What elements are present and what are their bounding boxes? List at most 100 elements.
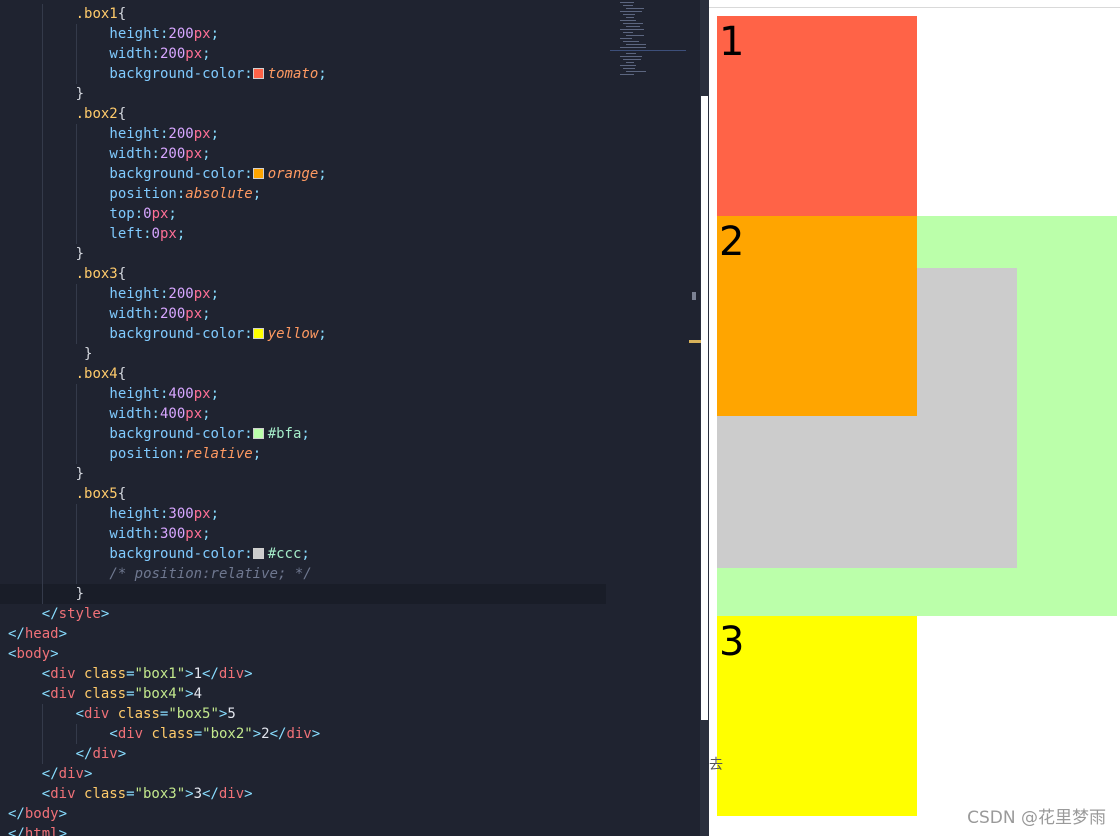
code-line[interactable]: .box5{ (0, 484, 606, 504)
code-line[interactable]: background-color: #bfa; (0, 424, 606, 444)
minimap-line (626, 26, 640, 27)
code-line[interactable]: <div class="box2">2</div> (0, 724, 606, 744)
code-line[interactable]: position:absolute; (0, 184, 606, 204)
minimap-line (620, 38, 632, 39)
code-token: : (151, 146, 160, 162)
code-token: ; (252, 186, 262, 202)
color-swatch[interactable] (252, 168, 264, 179)
code-line[interactable]: .box2{ (0, 104, 606, 124)
code-token: class (75, 686, 127, 702)
code-line[interactable]: position:relative; (0, 444, 606, 464)
code-token: ; (168, 206, 177, 222)
code-line[interactable]: /* position:relative; */ (0, 564, 606, 584)
code-token: width (109, 406, 152, 422)
minimap-viewport[interactable] (610, 50, 686, 51)
editor-scrollbar-thumb[interactable] (701, 96, 708, 720)
code-line[interactable]: } (0, 244, 606, 264)
color-swatch[interactable] (252, 428, 264, 439)
code-line[interactable]: background-color: yellow; (0, 324, 606, 344)
code-line[interactable]: .box4{ (0, 364, 606, 384)
code-token: ; (202, 406, 211, 422)
code-token: height (109, 26, 160, 42)
code-line[interactable]: <div class="box1">1</div> (0, 664, 606, 684)
code-token: = (126, 666, 135, 682)
minimap-line (623, 41, 639, 42)
code-line[interactable]: width:200px; (0, 144, 606, 164)
code-token: </ (8, 806, 25, 822)
color-swatch[interactable] (252, 328, 264, 339)
code-line[interactable]: background-color: orange; (0, 164, 606, 184)
code-line[interactable]: height:200px; (0, 284, 606, 304)
code-token: </ (41, 766, 59, 782)
code-line[interactable]: height:200px; (0, 124, 606, 144)
indent-guide (41, 504, 43, 524)
code-token: ; (210, 506, 219, 522)
indent-guide (75, 164, 77, 184)
code-token: ; (202, 46, 211, 62)
code-token: html (24, 826, 59, 836)
code-token: class (75, 786, 127, 802)
code-token: div (218, 786, 245, 802)
code-line[interactable]: background-color: #ccc; (0, 544, 606, 564)
indent-guide (41, 464, 43, 484)
code-token: div (117, 726, 144, 742)
code-line[interactable]: top:0px; (0, 204, 606, 224)
code-line[interactable]: left:0px; (0, 224, 606, 244)
code-editor[interactable]: .box1{height:200px; width:200px; backgroun… (0, 0, 700, 836)
code-area[interactable]: .box1{height:200px; width:200px; backgroun… (0, 4, 606, 836)
minimap[interactable] (610, 0, 688, 80)
code-token: { (117, 6, 127, 22)
code-token: 3 (193, 786, 202, 802)
code-line[interactable]: } (0, 584, 606, 604)
code-token: { (117, 106, 127, 122)
code-token: 1 (193, 666, 202, 682)
code-line[interactable]: width:400px; (0, 404, 606, 424)
code-line[interactable]: background-color: tomato; (0, 64, 606, 84)
code-line[interactable]: width:300px; (0, 524, 606, 544)
code-token: .box3 (75, 266, 118, 282)
code-line[interactable]: <div class="box5">5 (0, 704, 606, 724)
code-line[interactable]: } (0, 464, 606, 484)
code-token: class (109, 706, 160, 722)
code-line[interactable]: <div class="box3">3</div> (0, 784, 606, 804)
code-line[interactable]: height:200px; (0, 24, 606, 44)
indent-guide (41, 64, 43, 84)
code-line[interactable]: </head> (0, 624, 606, 644)
code-token: : (134, 206, 144, 222)
code-line[interactable]: </html> (0, 824, 606, 836)
code-token: : (244, 326, 253, 342)
code-token: < (41, 666, 51, 682)
code-line[interactable]: width:200px; (0, 44, 606, 64)
code-line[interactable]: } (0, 344, 606, 364)
code-token: { (117, 366, 127, 382)
indent-guide (41, 704, 43, 724)
code-line[interactable]: </div> (0, 744, 606, 764)
browser-preview: 1 2 3 去 CSDN @花里梦雨 (709, 0, 1120, 836)
code-line[interactable]: </body> (0, 804, 606, 824)
code-token: : (244, 546, 253, 562)
code-token: ; (318, 326, 327, 342)
code-line[interactable]: </div> (0, 764, 606, 784)
indent-guide (41, 224, 43, 244)
indent-guide (75, 404, 77, 424)
code-line[interactable]: </style> (0, 604, 606, 624)
code-line[interactable]: .box3{ (0, 264, 606, 284)
code-token: #ccc (267, 546, 302, 562)
code-line[interactable]: <body> (0, 644, 606, 664)
code-line[interactable]: } (0, 84, 606, 104)
color-swatch[interactable] (252, 68, 264, 79)
code-token: > (117, 746, 127, 762)
indent-guide (41, 364, 43, 384)
code-line[interactable]: height:300px; (0, 504, 606, 524)
color-swatch[interactable] (252, 548, 264, 559)
clipped-text: 去 (709, 757, 723, 773)
code-token: "box3" (134, 786, 186, 802)
code-line[interactable]: <div class="box4">4 (0, 684, 606, 704)
code-token: #bfa (267, 426, 302, 442)
code-line[interactable]: .box1{ (0, 4, 606, 24)
code-line[interactable]: width:200px; (0, 304, 606, 324)
code-token: > (58, 806, 68, 822)
code-line[interactable]: height:400px; (0, 384, 606, 404)
minimap-line (626, 8, 644, 9)
indent-guide (75, 204, 77, 224)
